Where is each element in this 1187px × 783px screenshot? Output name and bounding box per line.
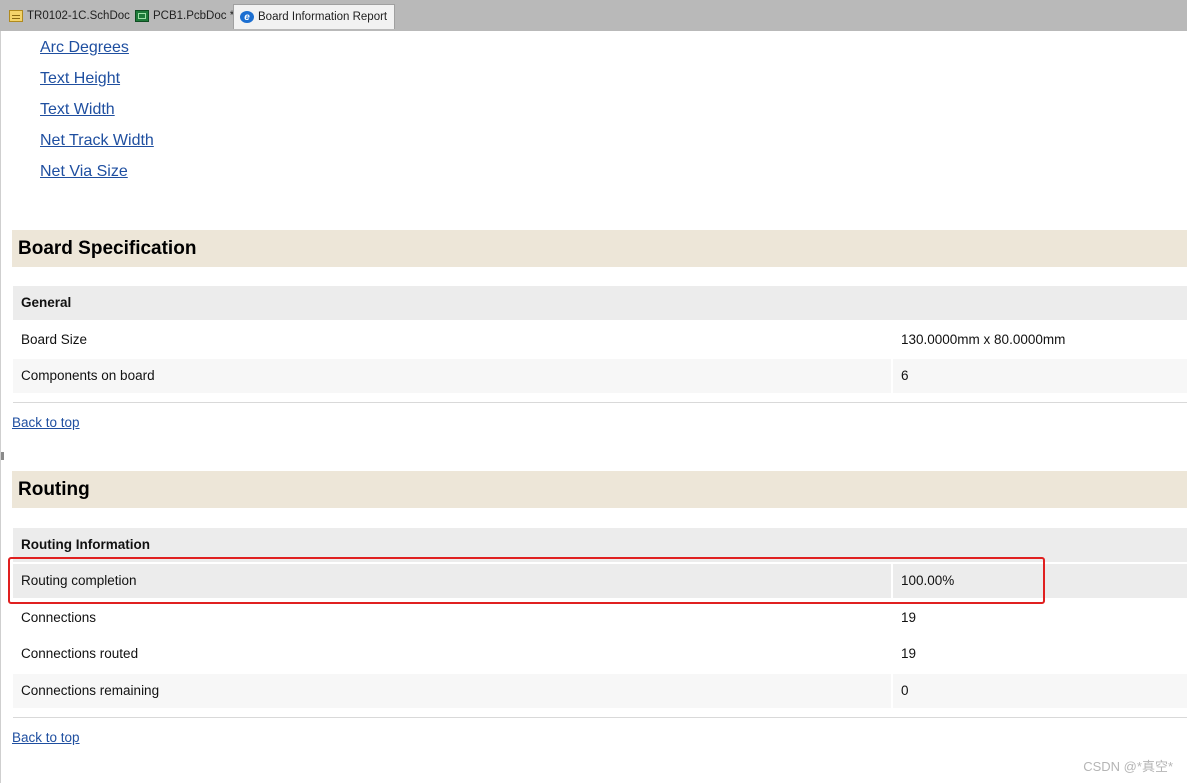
back-to-top-link[interactable]: Back to top (12, 730, 80, 745)
toc-link-text-height[interactable]: Text Height (40, 70, 120, 88)
table-divider (13, 717, 1187, 718)
table-group-header: Routing Information (13, 528, 1187, 562)
table-divider (13, 402, 1187, 403)
row-label: Connections remaining (21, 683, 160, 698)
table-row: Connections 19 (13, 601, 1187, 635)
tab-schdoc[interactable]: TR0102-1C.SchDoc (9, 4, 130, 28)
table-row: Connections routed 19 (13, 637, 1187, 671)
row-label: Components on board (21, 368, 155, 383)
row-value: 19 (891, 637, 1177, 671)
schematic-doc-icon (9, 10, 23, 22)
row-label: Board Size (21, 332, 88, 347)
pcb-doc-icon (135, 10, 149, 22)
toc-link-text-width[interactable]: Text Width (40, 101, 115, 119)
row-value: 6 (891, 359, 1177, 393)
row-label: Connections (21, 610, 97, 625)
tab-label: PCB1.PcbDoc * (153, 10, 235, 22)
row-value: 19 (891, 601, 1177, 635)
section-heading-board-specification: Board Specification (12, 230, 1187, 267)
row-value: 100.00% (891, 564, 1177, 598)
table-group-header: General (13, 286, 1187, 320)
splitter-handle[interactable] (1, 452, 4, 460)
toc-link-net-track-width[interactable]: Net Track Width (40, 132, 154, 150)
row-value: 0 (891, 674, 1177, 708)
group-label: General (21, 295, 72, 310)
document-tab-bar: TR0102-1C.SchDoc PCB1.PcbDoc * e Board I… (0, 0, 1187, 31)
table-row: Board Size 130.0000mm x 80.0000mm (13, 323, 1187, 357)
toc-link-arc-degrees[interactable]: Arc Degrees (40, 39, 129, 57)
tab-label: Board Information Report (258, 11, 388, 23)
table-row: Routing completion 100.00% (13, 564, 1187, 598)
group-label: Routing Information (21, 537, 150, 552)
section-heading-routing: Routing (12, 471, 1187, 508)
back-to-top-link[interactable]: Back to top (12, 415, 80, 430)
tab-pcbdoc[interactable]: PCB1.PcbDoc * (135, 4, 234, 28)
table-row: Components on board 6 (13, 359, 1187, 393)
row-value: 130.0000mm x 80.0000mm (891, 323, 1177, 357)
row-label: Connections routed (21, 646, 139, 661)
tab-board-information-report[interactable]: e Board Information Report (233, 4, 395, 29)
browser-e-icon: e (240, 11, 254, 23)
toc-link-net-via-size[interactable]: Net Via Size (40, 163, 128, 181)
row-label: Routing completion (21, 573, 137, 588)
watermark: CSDN @*真空* (1083, 759, 1173, 774)
tab-label: TR0102-1C.SchDoc (27, 10, 130, 22)
table-row: Connections remaining 0 (13, 674, 1187, 708)
